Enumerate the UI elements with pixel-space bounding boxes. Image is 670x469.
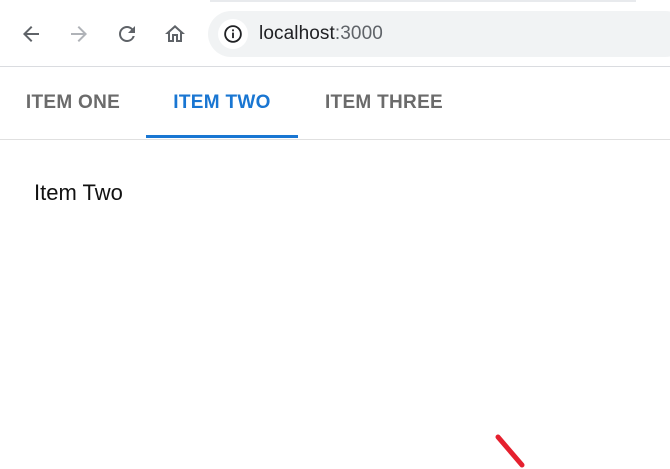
site-info-button[interactable] (218, 19, 248, 49)
tab-item-three[interactable]: ITEM THREE (298, 67, 470, 139)
tab-panel-content: Item Two (34, 180, 123, 205)
url-text[interactable]: localhost:3000 (259, 23, 383, 45)
red-stroke-mark (495, 434, 525, 468)
tab-item-one[interactable]: ITEM ONE (0, 67, 146, 139)
tab-strip-edge (210, 0, 636, 2)
tab-bar: ITEM ONE ITEM TWO ITEM THREE (0, 67, 670, 140)
tab-indicator (146, 135, 298, 138)
tab-label: ITEM THREE (324, 92, 444, 113)
tab-item-two[interactable]: ITEM TWO (146, 67, 298, 139)
home-icon (165, 25, 185, 42)
url-port: :3000 (334, 23, 383, 44)
tab-label: ITEM TWO (173, 92, 271, 113)
tab-label: ITEM ONE (25, 92, 121, 113)
url-host: localhost (259, 23, 335, 44)
address-bar[interactable]: localhost:3000 (208, 11, 670, 57)
arrow-forward-icon (71, 26, 87, 42)
info-icon (224, 25, 242, 43)
browser-toolbar: localhost:3000 (0, 0, 670, 67)
arrow-back-icon (23, 26, 39, 42)
back-button[interactable] (13, 16, 49, 52)
page: localhost:3000 ITEM ONE ITEM TWO ITEM TH… (0, 0, 670, 469)
reload-button[interactable] (109, 16, 145, 52)
home-button[interactable] (157, 16, 193, 52)
reload-icon (119, 26, 135, 42)
forward-button[interactable] (61, 16, 97, 52)
